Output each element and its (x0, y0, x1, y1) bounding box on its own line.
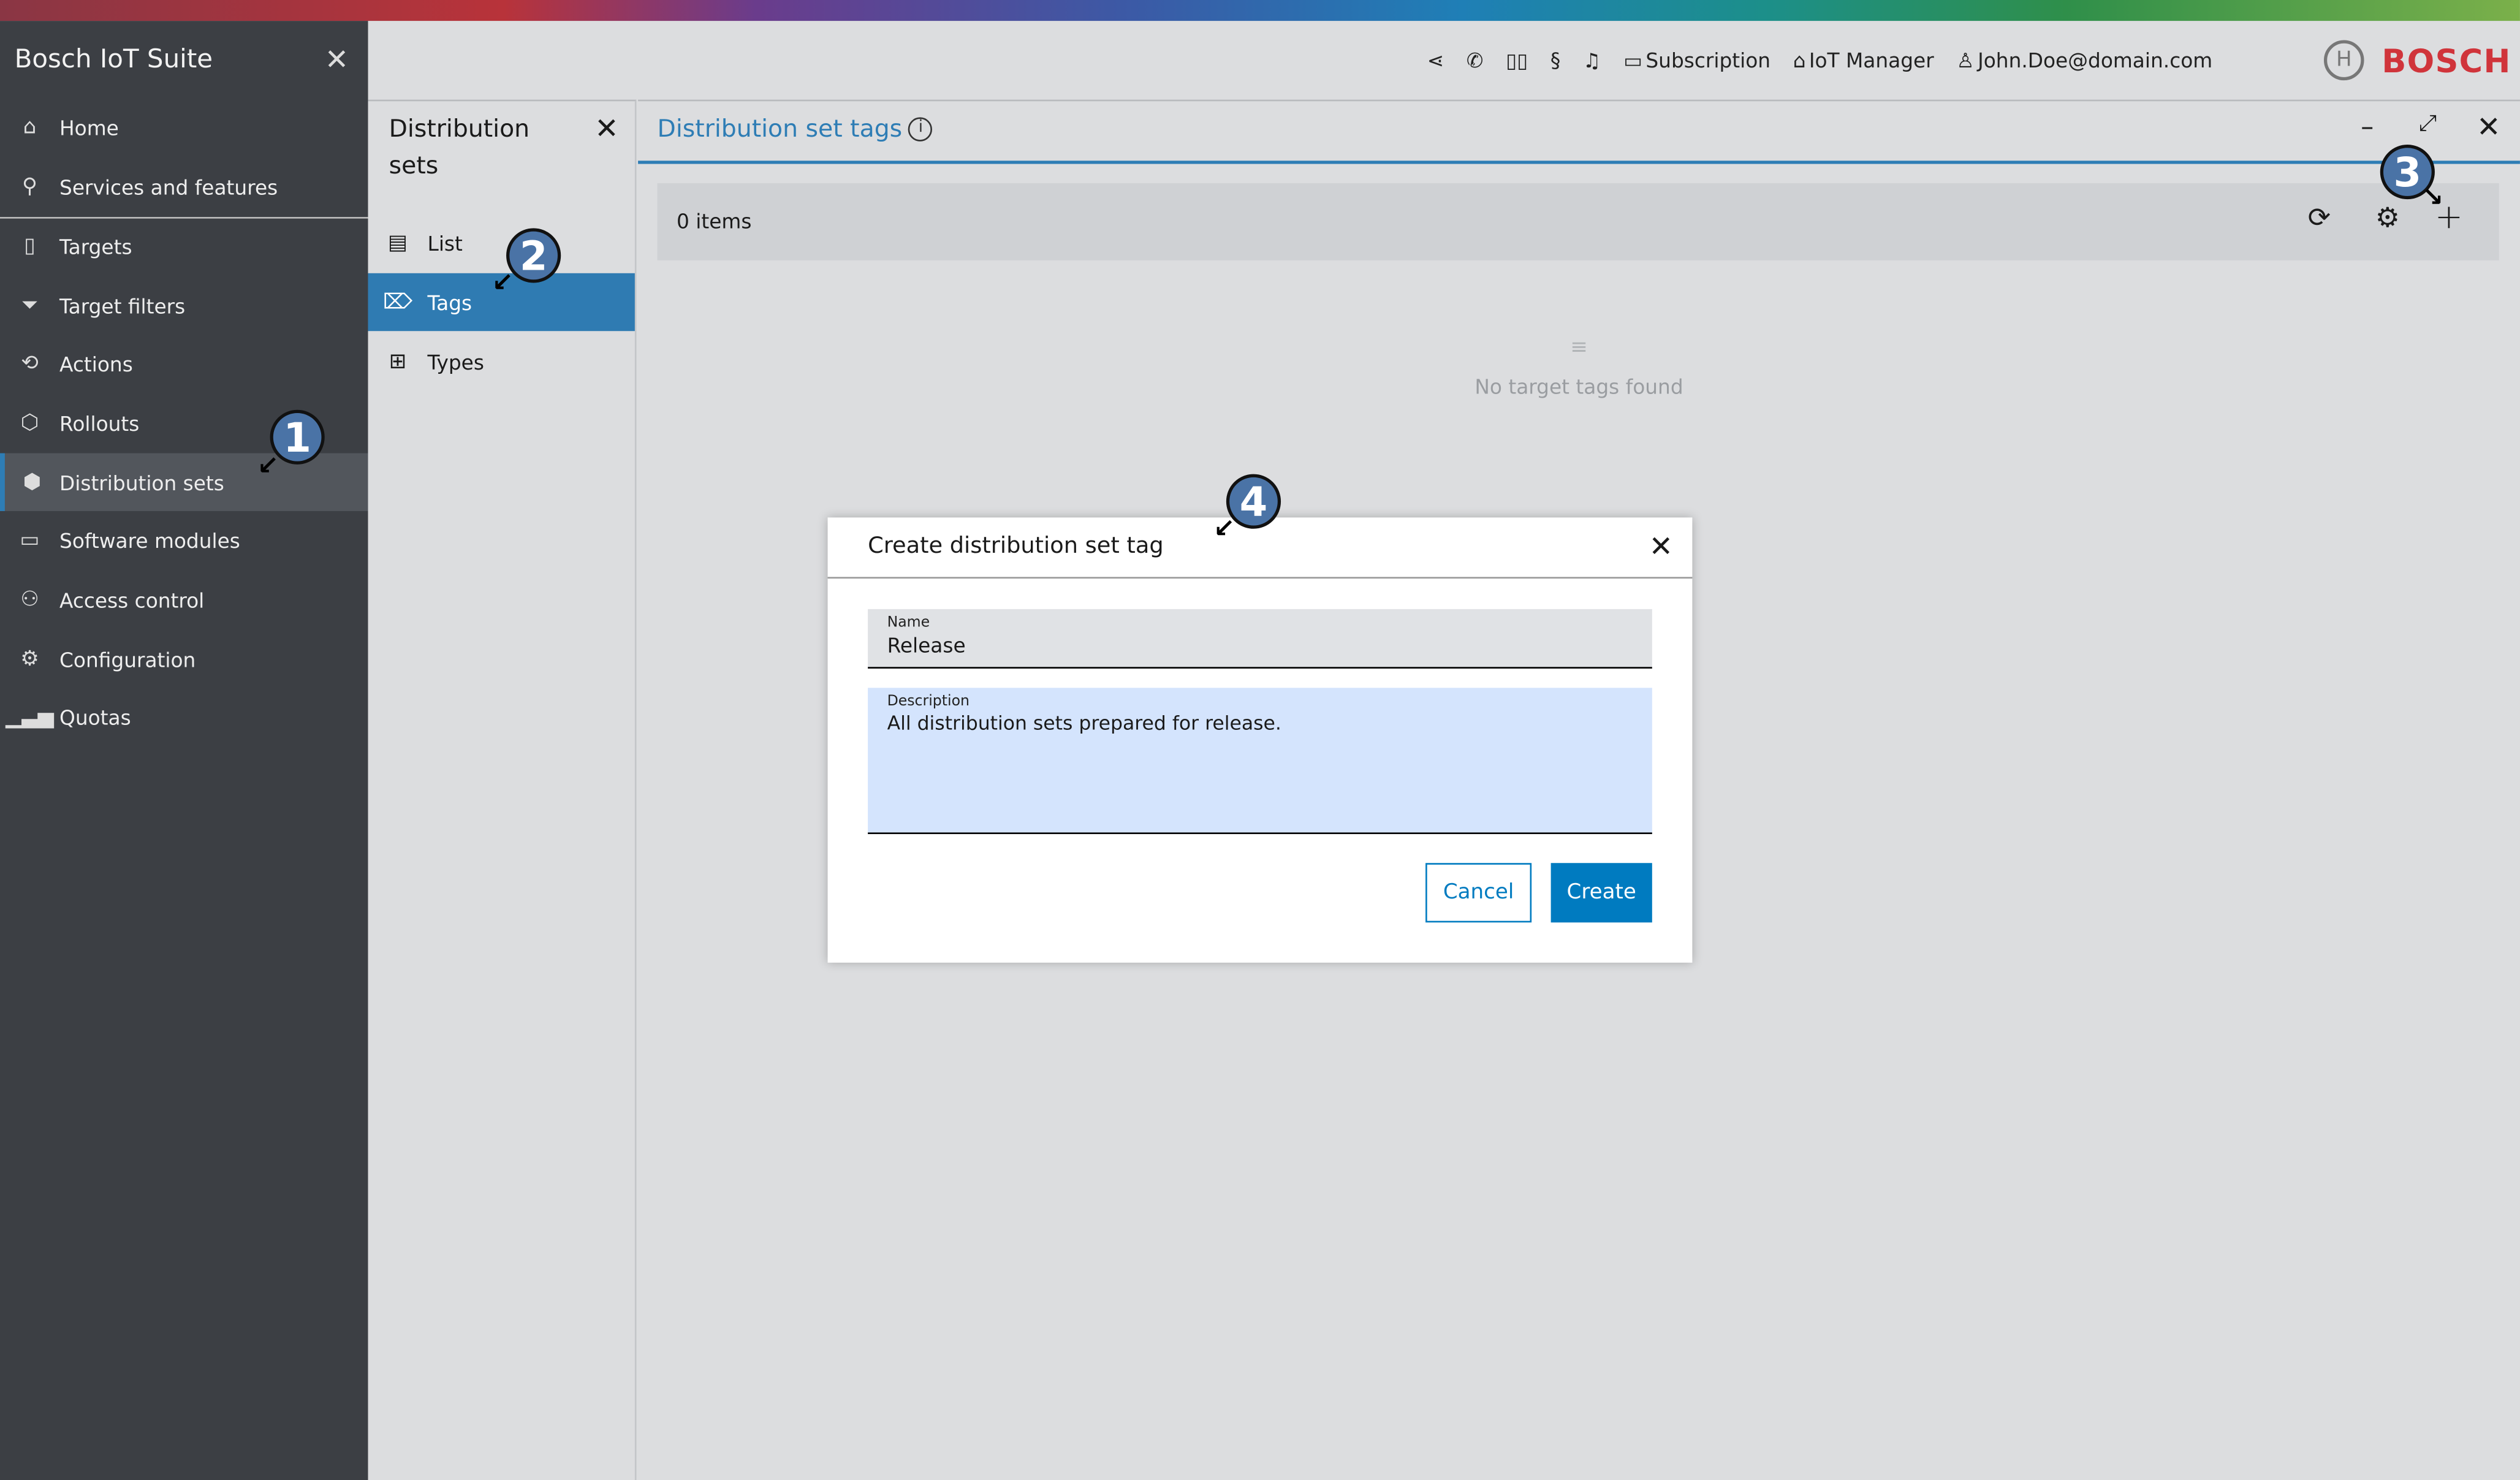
subnav-item-types[interactable]: ⊞ Types (368, 333, 635, 390)
sidebar-item-label: Actions (59, 351, 133, 376)
refresh-icon[interactable]: ⟳ (2308, 202, 2331, 234)
empty-list-icon: ≡ (1570, 336, 1588, 360)
list-toolbar: 0 items ⟳ ⚙ + (657, 183, 2499, 260)
sidebar-item-label: Services and features (59, 174, 278, 199)
description-label: Description (887, 694, 970, 711)
package-icon: ⬢ (23, 470, 42, 495)
user-email: John.Doe@domain.com (1978, 47, 2213, 72)
subnav-item-label: List (427, 230, 463, 255)
user-menu[interactable]: ♙ John.Doe@domain.com (1956, 47, 2212, 71)
sidebar-item-label: Access control (59, 587, 205, 612)
folder-icon: ▭ (1623, 47, 1643, 72)
settings-icon[interactable]: ⚙ (2375, 202, 2400, 234)
search-icon: ⚲ (22, 174, 38, 199)
panel-title: Distribution set tags i (658, 114, 933, 143)
empty-state-text: No target tags found (1474, 374, 1683, 399)
filter-icon: ⏷ (21, 293, 39, 317)
sidebar-item-target-filters[interactable]: ⏷ Target filters (0, 276, 368, 334)
sidebar-item-home[interactable]: ⌂ Home (0, 98, 368, 156)
sidebar-item-targets[interactable]: ▯ Targets (0, 217, 368, 275)
sidebar: Bosch IoT Suite ✕ ⌂ Home ⚲ Services and fe… (0, 21, 368, 1480)
sidebar-item-label: Configuration (59, 647, 196, 671)
sidebar-item-label: Targets (59, 233, 132, 258)
callout-arrow-icon: ↘ (2421, 181, 2444, 213)
panel-title-underline (638, 161, 2520, 164)
sidebar-item-label: Rollouts (59, 411, 140, 435)
header-toolbar: ⋖ ✆ ▯▯ § ♫ ▭ Subscription ⌂ IoT Manager ♙ J… (1427, 42, 2235, 77)
panel-title-text: Distribution set tags (657, 114, 903, 143)
dialog-title: Create distribution set tag (868, 533, 1164, 560)
name-input[interactable]: Release (887, 633, 1633, 657)
description-field[interactable]: Description All distribution sets prepar… (868, 688, 1652, 835)
sidebar-item-software-modules[interactable]: ▭ Software modules (0, 511, 368, 569)
app-root: Bosch IoT Suite ✕ ⌂ Home ⚲ Services and fe… (0, 0, 2520, 1480)
bar-chart-icon: ▁▃▅ (6, 704, 54, 729)
table-icon: ▤ (387, 230, 408, 255)
subnav-item-list[interactable]: ▤ List (368, 214, 635, 271)
sidebar-item-quotas[interactable]: ▁▃▅ Quotas (0, 688, 368, 745)
minimize-button[interactable]: – (2361, 111, 2374, 142)
share-icon[interactable]: ⋖ (1427, 47, 1444, 71)
callout-arrow-icon: ↙ (1213, 512, 1235, 544)
subnav-item-label: Tags (427, 290, 473, 314)
user-icon: ♙ (1956, 47, 1975, 72)
device-icon: ▯ (24, 233, 36, 258)
sidebar-item-label: Quotas (59, 704, 131, 729)
sidebar-item-label: Target filters (59, 293, 186, 317)
sidebar-item-distribution-sets[interactable]: ⬢ Distribution sets (0, 453, 368, 511)
book-icon[interactable]: ▯▯ (1506, 47, 1528, 71)
iot-manager-link[interactable]: ⌂ IoT Manager (1793, 47, 1934, 71)
chip-icon: ⊞ (389, 349, 407, 374)
close-dialog-button[interactable]: ✕ (1649, 533, 1674, 563)
maximize-button[interactable]: ⤢ (2419, 111, 2437, 137)
items-count: 0 items (677, 208, 752, 233)
callout-arrow-icon: ↙ (257, 450, 279, 481)
sidebar-item-label: Home (59, 115, 119, 139)
app-title: Bosch IoT Suite (14, 43, 213, 74)
home-icon: ⌂ (23, 115, 37, 139)
brand-logo: BOSCH (2381, 42, 2511, 81)
close-sidebar-button[interactable]: ✕ (325, 46, 349, 75)
sidebar-item-label: Software modules (59, 528, 240, 552)
tag-icon: ⌦ (382, 290, 413, 314)
name-label: Name (887, 615, 930, 632)
subscription-link[interactable]: ▭ Subscription (1623, 47, 1770, 71)
gear-icon: ⚙ (20, 647, 39, 671)
bosch-logo-icon: H (2323, 40, 2364, 81)
subscription-label: Subscription (1645, 47, 1771, 72)
description-textarea[interactable]: All distribution sets prepared for relea… (887, 712, 1633, 735)
legal-icon[interactable]: § (1550, 47, 1560, 71)
close-subnav-button[interactable]: ✕ (594, 115, 619, 145)
sidebar-item-configuration[interactable]: ⚙ Configuration (0, 630, 368, 688)
brand-gradient-bar (0, 0, 2520, 21)
cancel-button[interactable]: Cancel (1425, 863, 1532, 923)
sidebar-item-actions[interactable]: ⟲ Actions (0, 334, 368, 392)
users-icon: ⚇ (20, 587, 39, 612)
bell-icon[interactable]: ♫ (1583, 47, 1601, 71)
subnav-title: Distribution sets (389, 114, 530, 180)
subnav-item-label: Types (427, 349, 484, 374)
create-button[interactable]: Create (1550, 863, 1652, 923)
sidebar-item-access-control[interactable]: ⚇ Access control (0, 571, 368, 628)
sidebar-item-label: Distribution sets (59, 470, 224, 495)
callout-arrow-icon: ↙ (491, 267, 514, 298)
info-icon[interactable]: i (908, 116, 933, 141)
box-icon: ⬡ (20, 411, 39, 435)
close-panel-button[interactable]: ✕ (2476, 113, 2501, 143)
sidebar-item-services[interactable]: ⚲ Services and features (0, 157, 368, 215)
manager-label: IoT Manager (1808, 47, 1934, 72)
callout-badge-2: 2 (506, 228, 561, 283)
subnav-panel: Distribution sets ✕ ▤ List ⌦ Tags ⊞ Types (368, 99, 637, 1480)
actions-icon: ⟲ (21, 351, 39, 376)
building-icon: ⌂ (1793, 47, 1806, 72)
create-tag-dialog: Create distribution set tag ✕ Name Relea… (827, 517, 1693, 963)
phone-icon[interactable]: ✆ (1467, 47, 1483, 71)
name-field[interactable]: Name Release (868, 609, 1652, 669)
modules-icon: ▭ (20, 528, 40, 552)
